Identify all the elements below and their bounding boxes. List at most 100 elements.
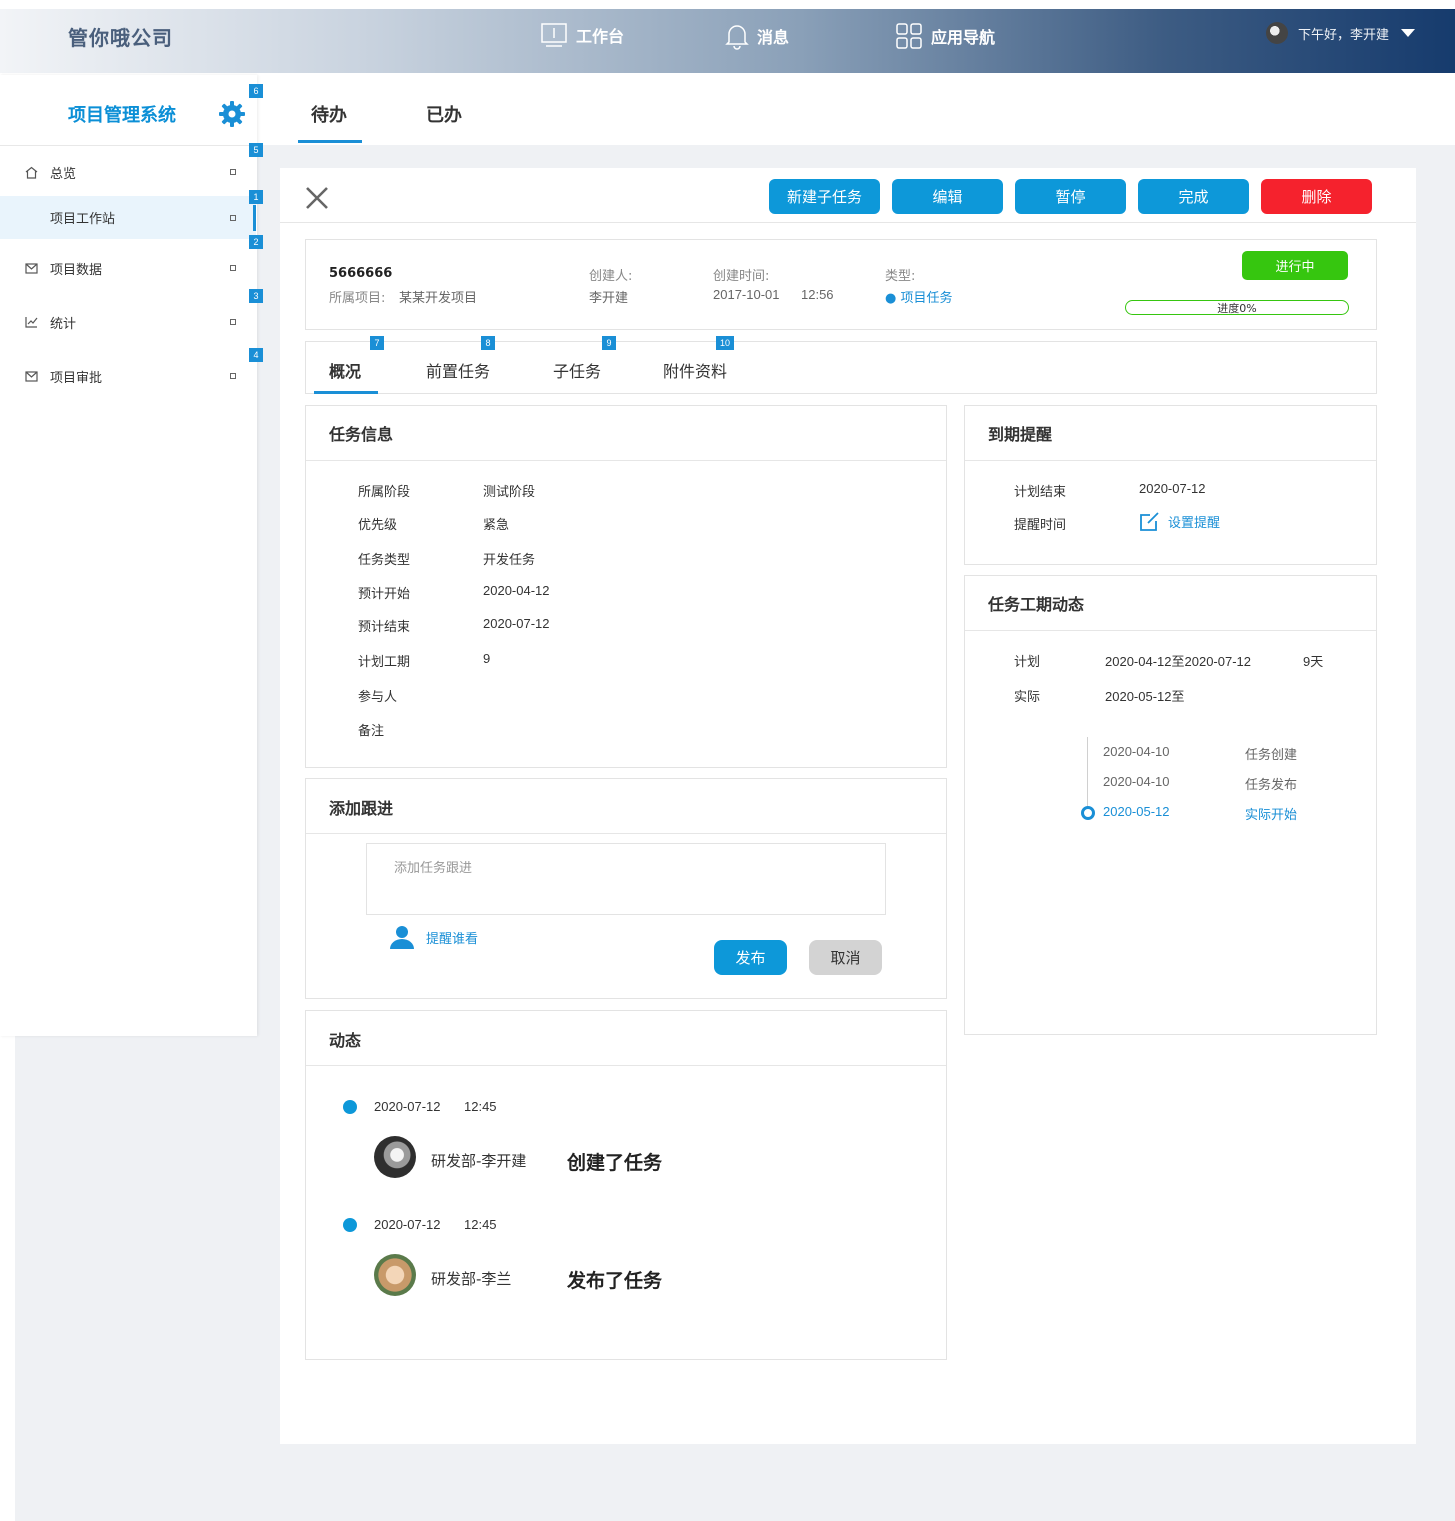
plan-end-value: 2020-07-12 xyxy=(1139,481,1206,496)
avatar xyxy=(374,1254,416,1296)
edit-button[interactable]: 编辑 xyxy=(892,179,1003,214)
panel-title: 任务信息 xyxy=(329,425,394,444)
activity-user: 研发部-李兰 xyxy=(431,1270,512,1288)
panel-title: 添加跟进 xyxy=(329,799,394,818)
tab-attachments[interactable]: 附件资料 xyxy=(663,358,727,382)
info-value: 测试阶段 xyxy=(483,485,536,500)
panel-divider xyxy=(965,460,1376,461)
badge-3: 3 xyxy=(249,289,263,303)
greeting-text: 下午好，李开建 xyxy=(1297,27,1389,43)
timeline-date: 2020-04-10 xyxy=(1103,744,1170,759)
activity-dot xyxy=(343,1218,357,1232)
user-menu[interactable]: 下午好，李开建 xyxy=(1265,22,1415,44)
badge-2: 2 xyxy=(249,235,263,249)
company-name[interactable]: 管你哦公司 xyxy=(68,22,173,51)
active-subtab-indicator xyxy=(314,391,378,394)
sidebar-item-project-approval[interactable]: 项目审批 xyxy=(0,354,256,398)
badge-4: 4 xyxy=(249,348,263,362)
follow-up-placeholder: 添加任务跟进 xyxy=(394,861,473,876)
status-badge: 进行中 xyxy=(1242,251,1348,280)
activity-action: 发布了任务 xyxy=(567,1270,663,1292)
publish-button[interactable]: 发布 xyxy=(714,940,787,975)
timeline-current-dot xyxy=(1081,806,1095,820)
activity-time: 12:45 xyxy=(464,1217,497,1232)
timeline-line xyxy=(1087,737,1088,807)
timeline-event: 实际开始 xyxy=(1245,808,1298,823)
task-id: 5666666 xyxy=(329,266,393,281)
edit-icon xyxy=(1140,512,1159,531)
sidebar-item-statistics[interactable]: 统计 xyxy=(0,300,256,344)
set-reminder-link[interactable]: 设置提醒 xyxy=(1139,510,1220,532)
info-value: 2020-07-12 xyxy=(483,616,550,631)
nav-messages-label: 消息 xyxy=(757,28,790,47)
new-subtask-button[interactable]: 新建子任务 xyxy=(769,179,880,214)
sidebar-divider xyxy=(0,145,257,146)
active-tab-indicator xyxy=(298,140,362,143)
progress-bar: 进度0% xyxy=(1125,300,1349,315)
created-time: 12:56 xyxy=(801,287,834,302)
pause-button[interactable]: 暂停 xyxy=(1015,179,1126,214)
expand-icon xyxy=(230,214,236,221)
tab-subtasks[interactable]: 子任务 xyxy=(553,358,601,382)
badge-5: 5 xyxy=(249,143,263,157)
panel-divider xyxy=(965,630,1376,631)
sidebar-item-project-workstation[interactable]: 项目工作站 xyxy=(0,196,256,239)
system-title: 项目管理系统 xyxy=(68,105,176,126)
tab-todo[interactable]: 待办 xyxy=(311,101,347,127)
activity-user: 研发部-李开建 xyxy=(431,1152,527,1170)
cancel-button[interactable]: 取消 xyxy=(809,940,882,975)
grid-icon xyxy=(896,23,922,49)
creator-value: 李开建 xyxy=(589,291,629,306)
sidebar-item-overview[interactable]: 总览 xyxy=(0,150,256,194)
badge-9: 9 xyxy=(602,336,616,350)
active-item-indicator xyxy=(253,205,256,231)
info-key: 任务类型 xyxy=(358,553,411,568)
timeline-date: 2020-04-10 xyxy=(1103,774,1170,789)
panel-title: 到期提醒 xyxy=(988,425,1053,444)
monitor-icon xyxy=(541,23,567,47)
info-value: 9 xyxy=(483,651,491,666)
badge-7: 7 xyxy=(370,336,384,350)
activity-date: 2020-07-12 xyxy=(374,1099,441,1114)
nav-workbench[interactable]: 工作台 xyxy=(540,22,624,48)
bell-icon xyxy=(725,25,749,50)
sidebar-item-project-data[interactable]: 项目数据 xyxy=(0,246,256,290)
settings-button[interactable] xyxy=(218,100,246,132)
tab-overview[interactable]: 概况 xyxy=(329,358,361,382)
expand-icon xyxy=(230,373,236,379)
activity-time: 12:45 xyxy=(464,1099,497,1114)
tab-predecessor-tasks[interactable]: 前置任务 xyxy=(426,358,490,382)
delete-button[interactable]: 删除 xyxy=(1261,179,1372,214)
expand-icon xyxy=(230,169,236,175)
project-label: 所属项目: xyxy=(329,291,386,306)
project-value: 某某开发项目 xyxy=(399,291,478,306)
close-button[interactable] xyxy=(304,185,330,215)
info-value: 开发任务 xyxy=(483,553,536,568)
nav-app-navigation[interactable]: 应用导航 xyxy=(895,22,995,50)
gear-icon xyxy=(219,101,245,127)
plan-range: 2020-04-12至2020-07-12 xyxy=(1105,654,1251,669)
set-reminder-label: 设置提醒 xyxy=(1168,515,1221,531)
info-key: 预计结束 xyxy=(358,620,411,635)
mention-link[interactable]: 提醒谁看 xyxy=(388,925,478,949)
timeline-event: 任务发布 xyxy=(1245,778,1298,793)
info-key: 参与人 xyxy=(358,690,398,705)
mail-icon xyxy=(24,369,38,383)
panel-title: 任务工期动态 xyxy=(988,595,1085,614)
follow-up-input[interactable]: 添加任务跟进 xyxy=(366,843,886,915)
avatar xyxy=(374,1136,416,1178)
complete-button[interactable]: 完成 xyxy=(1138,179,1249,214)
mail-icon xyxy=(24,261,38,275)
info-key: 优先级 xyxy=(358,518,398,533)
plan-end-label: 计划结束 xyxy=(1014,485,1067,500)
activity-dot xyxy=(343,1100,357,1114)
creator-label: 创建人: xyxy=(589,269,633,284)
plan-label: 计划 xyxy=(1014,655,1041,670)
nav-messages[interactable]: 消息 xyxy=(725,22,789,50)
created-time-label: 创建时间: xyxy=(713,269,770,284)
info-value: 紧急 xyxy=(483,518,510,533)
plan-days: 9天 xyxy=(1303,654,1324,669)
info-key: 预计开始 xyxy=(358,587,411,602)
nav-app-navigation-label: 应用导航 xyxy=(931,28,996,47)
tab-done[interactable]: 已办 xyxy=(426,101,462,127)
